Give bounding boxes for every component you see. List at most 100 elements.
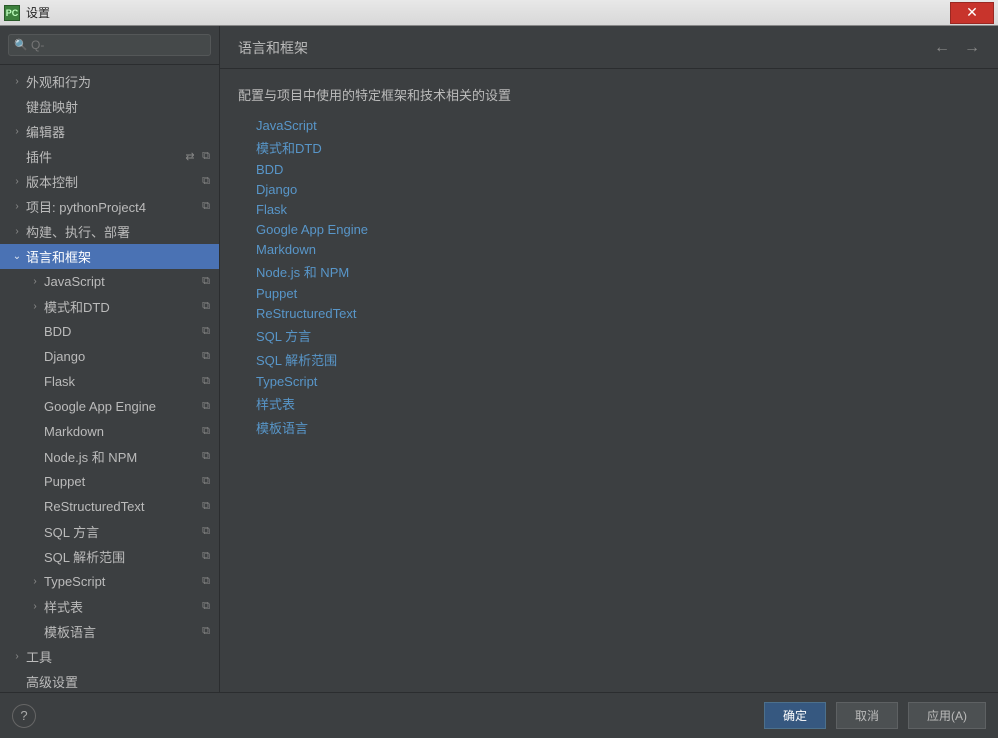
settings-tree: ›外观和行为键盘映射›编辑器插件⇄⧉›版本控制⧉›项目: pythonProje… [0,65,219,692]
link-item[interactable]: JavaScript [256,118,980,133]
tree-item[interactable]: ›工具 [0,644,219,669]
link-item[interactable]: 模式和DTD [256,138,980,157]
tree-item[interactable]: ›样式表⧉ [0,594,219,619]
page-title: 语言和框架 [238,38,308,58]
project-scope-icon: ⧉ [199,175,213,189]
sync-icon: ⇄ [183,150,197,164]
project-scope-icon: ⧉ [199,600,213,614]
project-scope-icon: ⧉ [199,350,213,364]
link-item[interactable]: Node.js 和 NPM [256,262,980,281]
search-icon: 🔍 [14,39,28,52]
chevron-right-icon: › [28,276,42,287]
forward-button[interactable]: → [964,39,980,57]
tree-item[interactable]: SQL 解析范围⧉ [0,544,219,569]
project-scope-icon: ⧉ [199,200,213,214]
tree-item-label: 高级设置 [26,672,213,691]
chevron-down-icon: ⌄ [10,251,24,262]
cancel-button[interactable]: 取消 [836,702,898,729]
app-icon: PC [4,5,20,21]
tree-item[interactable]: ›版本控制⧉ [0,169,219,194]
ok-button[interactable]: 确定 [764,702,826,729]
tree-item-label: 版本控制 [26,172,199,191]
link-item[interactable]: Markdown [256,242,980,257]
tree-item[interactable]: 键盘映射 [0,94,219,119]
tree-item[interactable]: ›TypeScript⧉ [0,569,219,594]
tree-item[interactable]: ReStructuredText⧉ [0,494,219,519]
tree-item[interactable]: Google App Engine⧉ [0,394,219,419]
chevron-right-icon: › [28,301,42,312]
tree-item[interactable]: 高级设置 [0,669,219,692]
search-wrap: 🔍 [0,26,219,65]
project-scope-icon: ⧉ [199,625,213,639]
link-item[interactable]: SQL 解析范围 [256,350,980,369]
link-item[interactable]: ReStructuredText [256,306,980,321]
tree-item[interactable]: ›外观和行为 [0,69,219,94]
tree-item-label: 模板语言 [44,622,199,641]
tree-item[interactable]: ›构建、执行、部署 [0,219,219,244]
project-scope-icon: ⧉ [199,550,213,564]
help-icon: ? [20,708,27,723]
tree-item-label: SQL 方言 [44,522,199,541]
back-button[interactable]: ← [934,39,950,57]
content-body: 配置与项目中使用的特定框架和技术相关的设置 JavaScript 模式和DTD BD… [220,69,998,692]
content-description: 配置与项目中使用的特定框架和技术相关的设置 [238,85,980,104]
tree-item[interactable]: 模板语言⧉ [0,619,219,644]
tree-item[interactable]: Puppet⧉ [0,469,219,494]
link-item[interactable]: 样式表 [256,394,980,413]
tree-item[interactable]: ›编辑器 [0,119,219,144]
tree-item-label: Flask [44,374,199,389]
help-button[interactable]: ? [12,704,36,728]
tree-item[interactable]: BDD⧉ [0,319,219,344]
close-button[interactable]: ✕ [950,2,994,24]
link-item[interactable]: Flask [256,202,980,217]
tree-item[interactable]: Flask⧉ [0,369,219,394]
chevron-right-icon: › [10,176,24,187]
tree-item-label: Django [44,349,199,364]
tree-item[interactable]: 插件⇄⧉ [0,144,219,169]
link-item[interactable]: SQL 方言 [256,326,980,345]
tree-item-label: Puppet [44,474,199,489]
tree-item-label: 项目: pythonProject4 [26,197,199,216]
project-scope-icon: ⧉ [199,525,213,539]
chevron-right-icon: › [10,226,24,237]
footer: ? 确定 取消 应用(A) [0,692,998,738]
tree-item-label: TypeScript [44,574,199,589]
chevron-right-icon: › [10,201,24,212]
tree-item[interactable]: ⌄语言和框架 [0,244,219,269]
content-panel: 语言和框架 ← → 配置与项目中使用的特定框架和技术相关的设置 JavaScri… [220,26,998,692]
project-scope-icon: ⧉ [199,400,213,414]
tree-item-label: ReStructuredText [44,499,199,514]
link-item[interactable]: Django [256,182,980,197]
tree-item[interactable]: ›项目: pythonProject4⧉ [0,194,219,219]
search-input[interactable] [8,34,211,56]
tree-item-label: 构建、执行、部署 [26,222,213,241]
link-item[interactable]: Google App Engine [256,222,980,237]
tree-item-label: Google App Engine [44,399,199,414]
link-item[interactable]: TypeScript [256,374,980,389]
window-title: 设置 [26,4,50,21]
tree-item[interactable]: ›JavaScript⧉ [0,269,219,294]
project-scope-icon: ⧉ [199,325,213,339]
link-item[interactable]: Puppet [256,286,980,301]
tree-item[interactable]: Node.js 和 NPM⧉ [0,444,219,469]
tree-item[interactable]: Django⧉ [0,344,219,369]
tree-item-label: 插件 [26,147,183,166]
tree-item[interactable]: Markdown⧉ [0,419,219,444]
tree-item[interactable]: ›模式和DTD⧉ [0,294,219,319]
content-header: 语言和框架 ← → [220,26,998,69]
chevron-right-icon: › [28,601,42,612]
tree-item-label: 工具 [26,647,213,666]
project-scope-icon: ⧉ [199,300,213,314]
main: 🔍 ›外观和行为键盘映射›编辑器插件⇄⧉›版本控制⧉›项目: pythonPro… [0,26,998,692]
project-scope-icon: ⧉ [199,275,213,289]
sidebar: 🔍 ›外观和行为键盘映射›编辑器插件⇄⧉›版本控制⧉›项目: pythonPro… [0,26,220,692]
apply-button[interactable]: 应用(A) [908,702,986,729]
tree-item-label: 样式表 [44,597,199,616]
tree-item-label: Node.js 和 NPM [44,447,199,466]
close-icon: ✕ [966,4,978,21]
link-item[interactable]: BDD [256,162,980,177]
chevron-right-icon: › [28,576,42,587]
tree-item[interactable]: SQL 方言⧉ [0,519,219,544]
project-scope-icon: ⧉ [199,500,213,514]
link-item[interactable]: 模板语言 [256,418,980,437]
